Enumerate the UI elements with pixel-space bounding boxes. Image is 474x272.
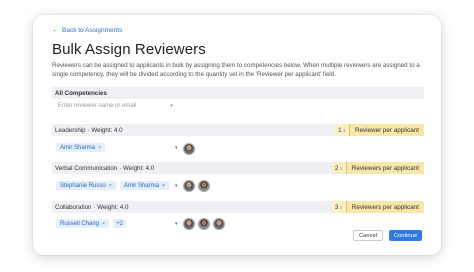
avatar: [183, 143, 195, 155]
remove-icon[interactable]: ×: [98, 145, 101, 151]
reviewer-chip[interactable]: Amir Sharma ×: [56, 143, 106, 152]
reviewer-quantity-field[interactable]: 3 ⇕ Reviewers per applicant: [331, 201, 424, 213]
reviewer-avatars: [183, 143, 195, 155]
reviewer-quantity-field[interactable]: 2 ⇕ Reviewers per applicant: [331, 162, 424, 174]
remove-icon[interactable]: ×: [102, 221, 105, 227]
cancel-button[interactable]: Cancel: [353, 230, 383, 241]
reviewer-avatars: [183, 180, 210, 192]
reviewer-chips: Stephanie Russo × Amir Sharma ×: [56, 181, 170, 190]
quantity-stepper[interactable]: 3 ⇕: [331, 201, 347, 213]
reviewer-avatars: [183, 218, 225, 230]
competency-weight: · Weight: 4.0: [87, 126, 123, 134]
back-to-assignments-link[interactable]: ← Back to Assignments: [52, 27, 122, 34]
avatar: [198, 218, 210, 230]
stepper-icon: ⇕: [339, 204, 343, 210]
avatar: [198, 180, 210, 192]
continue-button[interactable]: Continue: [389, 230, 422, 241]
competency-weight: · Weight: 4.0: [93, 203, 129, 211]
quantity-label: Reviewer per applicant: [354, 126, 419, 134]
quantity-stepper[interactable]: 2 ⇕: [331, 162, 347, 174]
competency-weight: · Weight: 4.0: [119, 164, 155, 172]
quantity-label: Reviewers per applicant: [351, 164, 419, 172]
page-description: Reviewers can be assigned to applicants …: [52, 62, 420, 78]
chevron-down-icon[interactable]: ▾: [175, 145, 178, 151]
reviewer-chip[interactable]: Stephanie Russo ×: [56, 181, 116, 190]
quantity-value: 1: [338, 126, 342, 134]
remove-icon[interactable]: ×: [109, 183, 112, 189]
reviewer-search-input[interactable]: Enter reviewer name or email ▾: [58, 103, 173, 109]
all-competencies-label: All Competencies: [55, 89, 107, 97]
chip-label: Stephanie Russo: [60, 182, 106, 189]
reviewer-chip[interactable]: Russell Chang ×: [56, 219, 110, 228]
remove-icon[interactable]: ×: [162, 183, 165, 189]
chevron-down-icon[interactable]: ▾: [175, 183, 178, 189]
quantity-stepper[interactable]: 1 ⇕: [335, 124, 350, 136]
reviewer-chip[interactable]: Amir Sharma ×: [119, 181, 170, 190]
chevron-down-icon[interactable]: ▾: [175, 221, 178, 227]
reviewer-chips: Russell Chang × +2: [56, 219, 127, 228]
avatar: [183, 218, 195, 230]
chip-label: Russell Chang: [60, 220, 100, 227]
bulk-assign-card: ← Back to Assignments Bulk Assign Review…: [33, 15, 441, 255]
chip-label: Amir Sharma: [123, 182, 159, 189]
quantity-value: 3: [334, 203, 339, 211]
arrow-left-icon: ←: [52, 27, 59, 34]
chevron-down-icon: ▾: [170, 103, 173, 109]
competency-name: Collaboration: [55, 203, 92, 211]
reviewer-quantity-field[interactable]: 1 ⇕ Reviewer per applicant: [335, 124, 424, 136]
avatar: [213, 218, 225, 230]
avatar: [183, 180, 195, 192]
more-reviewers-chip[interactable]: +2: [113, 219, 127, 228]
competency-name: Leadership: [55, 126, 86, 134]
stepper-icon: ⇕: [342, 127, 346, 133]
back-link-label: Back to Assignments: [62, 27, 123, 34]
chip-label: Amir Sharma: [60, 144, 96, 151]
stepper-icon: ⇕: [339, 165, 343, 171]
reviewer-chips: Amir Sharma ×: [56, 143, 106, 152]
quantity-value: 2: [334, 164, 339, 172]
all-competencies-header: All Competencies: [52, 87, 424, 99]
competency-name: Verbal Communication: [55, 164, 118, 172]
quantity-label: Reviewers per applicant: [351, 203, 419, 211]
reviewer-search-placeholder: Enter reviewer name or email: [58, 103, 137, 109]
page-title: Bulk Assign Reviewers: [52, 41, 206, 58]
